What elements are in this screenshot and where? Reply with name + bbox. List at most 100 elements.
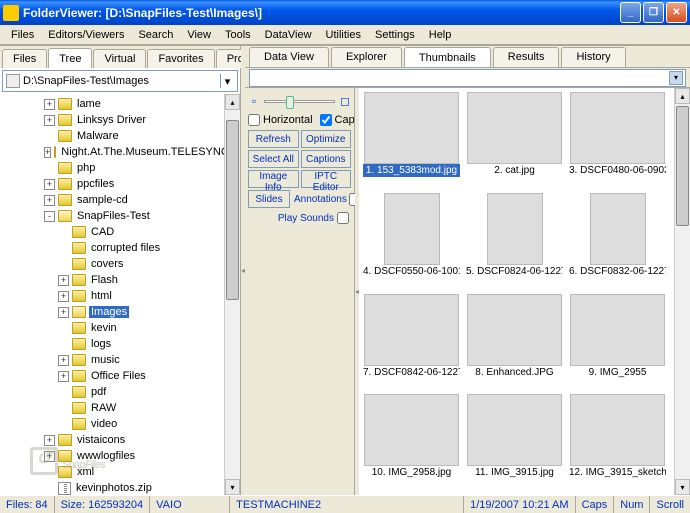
tree-item[interactable]: Malware [2, 128, 222, 144]
tab-files[interactable]: Files [2, 49, 47, 68]
tree-item[interactable]: +Night.At.The.Museum.TELESYNC.SVCD-C [2, 144, 222, 160]
horizontal-checkbox[interactable] [248, 114, 260, 126]
tree-scrollbar[interactable]: ▴ ▾ [224, 94, 240, 495]
menu-view[interactable]: View [180, 27, 218, 43]
tab-virtual[interactable]: Virtual [93, 49, 146, 68]
thumbnail-item[interactable]: 12. IMG_3915_sketch.JPG [569, 394, 666, 491]
tree-item[interactable]: +music [2, 352, 222, 368]
minimize-button[interactable]: _ [620, 2, 641, 23]
tree-item[interactable]: logs [2, 336, 222, 352]
tree-item[interactable]: video [2, 416, 222, 432]
menu-files[interactable]: Files [4, 27, 41, 43]
expand-icon[interactable]: + [44, 451, 55, 462]
expand-icon[interactable]: + [58, 291, 69, 302]
menu-utilities[interactable]: Utilities [319, 27, 368, 43]
select-all-button[interactable]: Select All [248, 150, 299, 168]
tab-thumbnails[interactable]: Thumbnails [404, 47, 491, 67]
tree-item[interactable]: +wwwlogfiles [2, 448, 222, 464]
tab-history[interactable]: History [561, 47, 625, 67]
tree-item[interactable]: +Linksys Driver [2, 112, 222, 128]
menu-editorsviewers[interactable]: Editors/Viewers [41, 27, 131, 43]
menu-help[interactable]: Help [422, 27, 459, 43]
tree-item[interactable]: kevin [2, 320, 222, 336]
menu-settings[interactable]: Settings [368, 27, 422, 43]
thumbnail-item[interactable]: 8. Enhanced.JPG [466, 294, 563, 391]
tab-favorites[interactable]: Favorites [147, 49, 214, 68]
refresh-button[interactable]: Refresh [248, 130, 299, 148]
path-bar[interactable]: D:\SnapFiles-Test\Images ▾ [2, 70, 238, 92]
thumbnail-item[interactable]: 1. 153_5383mod.jpg [363, 92, 460, 189]
close-button[interactable]: ✕ [666, 2, 687, 23]
status-machine: VAIO [150, 496, 230, 513]
expand-icon[interactable]: + [58, 371, 69, 382]
tree-item[interactable]: -SnapFiles-Test [2, 208, 222, 224]
maximize-button[interactable]: ❐ [643, 2, 664, 23]
expand-icon[interactable]: + [58, 355, 69, 366]
scrollbar-thumb[interactable] [676, 106, 689, 226]
path-dropdown-button[interactable]: ▾ [220, 74, 234, 88]
tree-item[interactable]: +Flash [2, 272, 222, 288]
tab-data-view[interactable]: Data View [249, 47, 329, 67]
play-sounds-checkbox[interactable] [337, 212, 349, 224]
thumbnail-item[interactable]: 10. IMG_2958.jpg [363, 394, 460, 491]
expand-icon[interactable]: + [44, 99, 55, 110]
expand-icon[interactable]: + [44, 435, 55, 446]
menu-dataview[interactable]: DataView [258, 27, 319, 43]
expand-icon[interactable]: + [58, 275, 69, 286]
scroll-down-button[interactable]: ▾ [225, 479, 240, 495]
expand-icon[interactable]: + [44, 115, 55, 126]
grid-scrollbar[interactable]: ▴ ▾ [674, 88, 690, 495]
tab-results[interactable]: Results [493, 47, 560, 67]
expand-icon[interactable]: + [44, 179, 55, 190]
thumbnail-item[interactable]: 11. IMG_3915.jpg [466, 394, 563, 491]
tree-item[interactable]: php [2, 160, 222, 176]
iptc-editor-button[interactable]: IPTC Editor [301, 170, 352, 188]
expand-icon[interactable]: + [44, 195, 55, 206]
thumbnail-item[interactable]: 6. DSCF0832-06-1227.JPG [569, 193, 666, 290]
thumbnail-item[interactable]: 3. DSCF0480-06-0903.JPG [569, 92, 666, 189]
slides-button[interactable]: Slides [248, 190, 290, 208]
thumbnail-item[interactable]: 2. cat.jpg [466, 92, 563, 189]
tree-item[interactable]: CAD [2, 224, 222, 240]
tree-item[interactable]: +sample-cd [2, 192, 222, 208]
thumbnail-size-slider[interactable]: ▫ ◻ [248, 92, 351, 110]
tree-item[interactable]: +vistaicons [2, 432, 222, 448]
expand-icon[interactable]: + [44, 147, 51, 158]
splitter[interactable]: ◂ [241, 46, 245, 495]
scroll-up-button[interactable]: ▴ [225, 94, 240, 110]
captions-checkbox[interactable] [320, 114, 332, 126]
slider-thumb[interactable] [286, 96, 294, 109]
menu-search[interactable]: Search [131, 27, 180, 43]
tree-item[interactable]: +ppcfiles [2, 176, 222, 192]
tree-item[interactable]: kevinphotos.zip [2, 480, 222, 495]
tree-item[interactable]: RAW [2, 400, 222, 416]
menu-tools[interactable]: Tools [218, 27, 258, 43]
tab-tree[interactable]: Tree [48, 48, 92, 68]
scroll-down-button[interactable]: ▾ [675, 479, 690, 495]
captions-button[interactable]: Captions [301, 150, 352, 168]
scrollbar-thumb[interactable] [226, 120, 239, 300]
tree-item[interactable]: +html [2, 288, 222, 304]
tree-item[interactable]: xml [2, 464, 222, 480]
image-info-button[interactable]: Image Info [248, 170, 299, 188]
expand-icon[interactable]: + [58, 307, 69, 318]
thumbnail-item[interactable]: 4. DSCF0550-06-1001.JPG [363, 193, 460, 290]
spacer [44, 131, 55, 142]
folder-tree[interactable]: + lame +Linksys DriverMalware+Night.At.The… [0, 94, 224, 495]
scroll-up-button[interactable]: ▴ [675, 88, 690, 104]
tree-item-label: php [75, 162, 97, 174]
tree-item-label: lame [75, 98, 103, 110]
optimize-button[interactable]: Optimize [301, 130, 352, 148]
tab-explorer[interactable]: Explorer [331, 47, 402, 67]
tree-item[interactable]: corrupted files [2, 240, 222, 256]
thumbnail-item[interactable]: 5. DSCF0824-06-1227.JPG [466, 193, 563, 290]
tree-item[interactable]: pdf [2, 384, 222, 400]
tree-item[interactable]: covers [2, 256, 222, 272]
filter-dropdown[interactable]: ▾ [249, 69, 686, 87]
thumbnail-item[interactable]: 9. IMG_2955 [569, 294, 666, 391]
tree-item[interactable]: +Images [2, 304, 222, 320]
tree-item[interactable]: +Office Files [2, 368, 222, 384]
thumbnail-item[interactable]: 7. DSCF0842-06-1227.JPG [363, 294, 460, 391]
collapse-icon[interactable]: - [44, 211, 55, 222]
tree-item[interactable]: + lame [2, 96, 222, 112]
